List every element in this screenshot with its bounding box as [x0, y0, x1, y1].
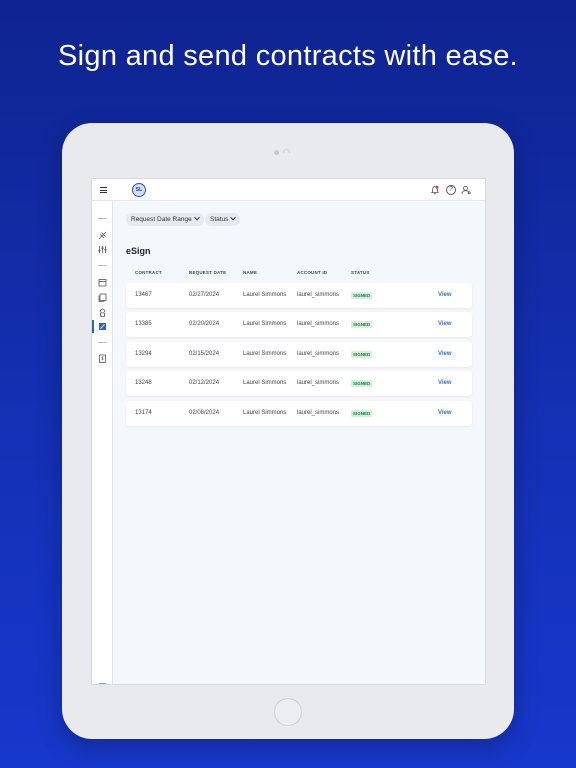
hamburger-icon[interactable]: [100, 187, 107, 193]
column-header-request-date[interactable]: REQUEST DATE: [189, 270, 226, 275]
view-link[interactable]: View: [438, 342, 452, 367]
account-id-cell: laurel_simmons: [297, 380, 340, 386]
column-header-name[interactable]: NAME: [243, 270, 257, 275]
status-badge: SIGNED: [351, 292, 373, 299]
column-header-account-id[interactable]: ACCOUNT ID: [297, 270, 327, 275]
top-bar: SL ?: [92, 179, 485, 201]
name-cell: Laurel Simmons: [243, 380, 287, 386]
app-screen: SL ? Request Date Range Status eSign CON…: [91, 178, 486, 685]
status-badge: SIGNED: [351, 380, 373, 387]
app-logo[interactable]: SL: [132, 183, 146, 197]
badge-icon[interactable]: [98, 308, 107, 317]
table-row[interactable]: 13294 02/15/2024 Laurel Simmons laurel_s…: [126, 342, 472, 367]
chevron-down-icon: [230, 214, 237, 221]
contract-cell: 13385: [135, 321, 152, 327]
contract-cell: 13174: [135, 410, 152, 416]
contract-cell: 13467: [135, 292, 152, 298]
sliders-icon[interactable]: [98, 245, 107, 254]
request-date-cell: 02/20/2024: [189, 321, 220, 327]
name-cell: Laurel Simmons: [243, 410, 287, 416]
bell-icon[interactable]: [430, 185, 440, 195]
name-cell: Laurel Simmons: [243, 351, 287, 357]
user-icon[interactable]: [461, 185, 471, 195]
account-id-cell: laurel_simmons: [297, 321, 340, 327]
request-date-cell: 02/27/2024: [189, 292, 220, 298]
sidebar-divider: [98, 342, 107, 343]
filter-label: Status: [210, 216, 229, 223]
active-indicator: [92, 320, 94, 333]
sidebar-divider: [98, 218, 107, 219]
camera-dot: [274, 150, 279, 155]
chevron-down-icon: [193, 214, 200, 221]
sidebar: [92, 201, 113, 684]
name-cell: Laurel Simmons: [243, 292, 287, 298]
esign-icon[interactable]: [98, 322, 107, 331]
account-id-cell: laurel_simmons: [297, 351, 340, 357]
view-link[interactable]: View: [438, 283, 452, 308]
status-badge: SIGNED: [351, 410, 373, 417]
shield-icon[interactable]: [98, 683, 107, 684]
dollar-document-icon[interactable]: [98, 354, 107, 363]
request-date-cell: 02/15/2024: [189, 351, 220, 357]
help-icon[interactable]: ?: [446, 185, 456, 195]
headline: Sign and send contracts with ease.: [58, 40, 518, 72]
page-title: eSign: [126, 246, 151, 256]
documents-icon[interactable]: [98, 293, 107, 302]
account-id-cell: laurel_simmons: [297, 292, 340, 298]
request-date-cell: 02/12/2024: [189, 380, 220, 386]
sensor-icon: [283, 149, 290, 153]
status-filter[interactable]: Status: [205, 213, 241, 226]
table-row[interactable]: 13174 02/08/2024 Laurel Simmons laurel_s…: [126, 401, 472, 426]
sidebar-divider: [98, 265, 107, 266]
filter-label: Request Date Range: [131, 216, 192, 223]
view-link[interactable]: View: [438, 371, 452, 396]
contract-cell: 13294: [135, 351, 152, 357]
satellite-icon[interactable]: [98, 231, 107, 240]
contract-cell: 13248: [135, 380, 152, 386]
column-header-status[interactable]: STATUS: [351, 270, 370, 275]
view-link[interactable]: View: [438, 401, 452, 426]
home-button: [274, 698, 302, 726]
view-link[interactable]: View: [438, 312, 452, 337]
status-badge: SIGNED: [351, 351, 373, 358]
request-date-range-filter[interactable]: Request Date Range: [126, 213, 204, 226]
request-date-cell: 02/08/2024: [189, 410, 220, 416]
table-row[interactable]: 13248 02/12/2024 Laurel Simmons laurel_s…: [126, 371, 472, 396]
name-cell: Laurel Simmons: [243, 321, 287, 327]
table-row[interactable]: 13385 02/20/2024 Laurel Simmons laurel_s…: [126, 312, 472, 337]
archive-icon[interactable]: [98, 278, 107, 287]
table-row[interactable]: 13467 02/27/2024 Laurel Simmons laurel_s…: [126, 283, 472, 308]
status-badge: SIGNED: [351, 321, 373, 328]
column-header-contract[interactable]: CONTRACT: [135, 270, 162, 275]
account-id-cell: laurel_simmons: [297, 410, 340, 416]
